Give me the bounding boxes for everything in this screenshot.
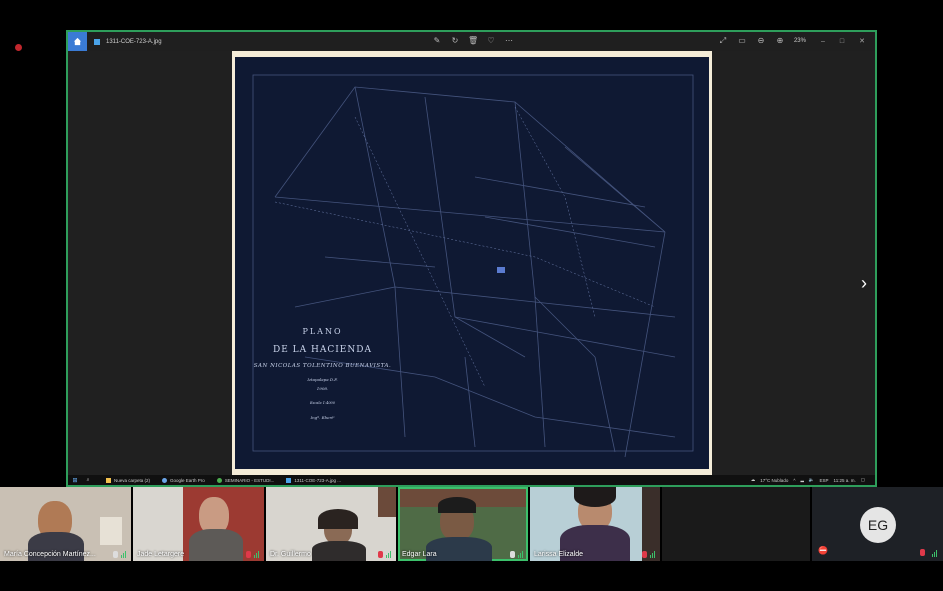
participant-name: Dr. Guillermo — [270, 551, 311, 558]
participant-name: Jade Letargere — [137, 551, 185, 558]
participant-name: Larissa Elizalde — [534, 551, 584, 558]
expand-icon[interactable]: ⤢ — [718, 36, 728, 46]
viewer-toolbar-center: ✎ ↻ 🗑 ♡ ⋯ — [432, 36, 514, 46]
taskbar-app-chrome[interactable]: SEMINARIO - ESTUDI... — [216, 477, 275, 483]
blueprint-author: Ingº. Ebertᵃ — [310, 415, 335, 420]
recording-indicator — [15, 44, 22, 51]
delete-icon[interactable]: 🗑 — [468, 36, 478, 46]
microphone-muted-icon — [642, 551, 647, 558]
zoom-out-icon[interactable]: ⊖ — [756, 36, 766, 46]
favorite-heart-icon[interactable]: ♡ — [486, 36, 496, 46]
taskbar-app-label: Google Earth Pro — [170, 477, 205, 483]
participant-status — [378, 551, 393, 558]
participant-video — [400, 489, 526, 561]
taskbar-app-label: 1311-COE-723-A.jpg ... — [294, 477, 342, 483]
participant-tile[interactable]: Dr. Guillermo — [266, 487, 396, 561]
participant-tile[interactable]: Larissa Elizalde — [530, 487, 660, 561]
blueprint-title-line2: DE LA HACIENDA — [273, 345, 372, 355]
participant-tile[interactable]: María Concepción Martínez... — [0, 487, 131, 561]
clock[interactable]: 11:25 a. m. — [834, 478, 856, 483]
file-name-label: 1311-COE-723-A.jpg — [106, 38, 162, 45]
blueprint-title-line3: SAN NICOLAS TOLENTINO BUENAVISTA. — [253, 363, 392, 369]
weather-icon: ☁ — [750, 477, 756, 482]
maximize-icon[interactable]: □ — [840, 38, 844, 45]
blueprint-map-image: PLANO DE LA HACIENDA SAN NICOLAS TOLENTI… — [232, 51, 712, 475]
folder-icon — [106, 477, 111, 483]
blueprint-title-block: PLANO DE LA HACIENDA SAN NICOLAS TOLENTI… — [235, 327, 410, 420]
system-tray: ☁ 17°C Nublado ^ ▂ 🔈 ESP 11:25 a. m. ▢ — [751, 475, 865, 485]
signal-strength-icon — [386, 551, 393, 558]
participant-tile-active-speaker[interactable]: Edgar Lara — [398, 487, 528, 561]
microphone-muted-icon — [920, 549, 925, 556]
taskbar-app-google-earth[interactable]: Google Earth Pro — [162, 477, 205, 483]
participant-gallery: María Concepción Martínez... Jade Letarg… — [0, 487, 943, 561]
participant-name: María Concepción Martínez... — [4, 551, 96, 558]
microphone-muted-icon — [246, 551, 251, 558]
rotate-icon[interactable]: ↻ — [450, 36, 460, 46]
microphone-muted-icon — [378, 551, 383, 558]
more-options-icon[interactable]: ⋯ — [504, 36, 514, 46]
tray-chevron-icon[interactable]: ^ — [793, 478, 795, 483]
self-view-tile[interactable]: EG ⛔ — [812, 487, 943, 561]
language-indicator[interactable]: ESP — [820, 478, 829, 483]
participant-video — [133, 487, 264, 561]
taskbar-app-label: SEMINARIO - ESTUDI... — [224, 477, 275, 483]
slideshow-icon[interactable]: ▭ — [737, 36, 747, 46]
microphone-icon — [510, 551, 515, 558]
zoom-level: 23% — [793, 38, 806, 44]
microphone-icon — [113, 551, 118, 558]
windows-taskbar: ⊞ ⌕ Nueva carpeta (2) Google Earth Pro S… — [68, 475, 875, 485]
zoom-meeting-window: 1311-COE-723-A.jpg ✎ ↻ 🗑 ♡ ⋯ ⤢ ▭ ⊖ ⊕ 23%… — [0, 0, 943, 591]
participant-status — [510, 551, 525, 558]
participant-status — [642, 551, 657, 558]
photo-viewer-titlebar: 1311-COE-723-A.jpg ✎ ↻ 🗑 ♡ ⋯ ⤢ ▭ ⊖ ⊕ 23%… — [68, 32, 875, 51]
blueprint-year: 1908. — [316, 386, 329, 391]
signal-strength-icon — [518, 551, 525, 558]
participant-name: Edgar Lara — [402, 551, 437, 558]
edit-image-icon[interactable]: ✎ — [432, 36, 442, 46]
participant-tile-empty — [662, 487, 810, 561]
image-file-icon — [94, 38, 100, 45]
signal-strength-icon — [121, 551, 128, 558]
notifications-icon[interactable]: ▢ — [861, 477, 865, 483]
participant-status — [113, 551, 128, 558]
participant-status — [246, 551, 261, 558]
taskbar-app-photos[interactable]: 1311-COE-723-A.jpg ... — [286, 477, 342, 483]
taskbar-app-folder[interactable]: Nueva carpeta (2) — [106, 477, 151, 483]
windows-start-icon[interactable]: ⊞ — [68, 477, 82, 484]
chrome-icon — [216, 477, 222, 483]
signal-strength-icon — [932, 550, 937, 557]
globe-icon — [162, 477, 168, 483]
signal-strength-icon — [254, 551, 261, 558]
network-icon[interactable]: ▂ — [800, 477, 803, 483]
home-button[interactable] — [68, 32, 87, 51]
minimize-icon[interactable]: – — [821, 38, 825, 45]
camera-off-icon: ⛔ — [818, 546, 828, 555]
participant-video — [530, 487, 660, 561]
zoom-in-icon[interactable]: ⊕ — [775, 36, 785, 46]
image-canvas: PLANO DE LA HACIENDA SAN NICOLAS TOLENTI… — [68, 51, 875, 478]
blueprint-scale: Escala 1:4000 — [309, 401, 336, 405]
blueprint-drawing: PLANO DE LA HACIENDA SAN NICOLAS TOLENTI… — [235, 57, 709, 469]
participant-video — [0, 487, 131, 561]
blueprint-location: Iztapalapa D.F. — [307, 377, 338, 382]
participant-video — [266, 487, 396, 561]
next-image-chevron-icon[interactable]: › — [857, 273, 871, 293]
search-icon[interactable]: ⌕ — [82, 477, 94, 483]
signal-strength-icon — [650, 551, 657, 558]
screen-share-frame: 1311-COE-723-A.jpg ✎ ↻ 🗑 ♡ ⋯ ⤢ ▭ ⊖ ⊕ 23%… — [66, 30, 877, 487]
taskbar-app-label: Nueva carpeta (2) — [114, 477, 151, 483]
avatar: EG — [860, 507, 896, 543]
weather-text[interactable]: 17°C Nublado — [760, 478, 788, 483]
viewer-toolbar-right: ⤢ ▭ ⊖ ⊕ 23% – □ ✕ — [718, 36, 865, 46]
home-icon — [73, 37, 82, 46]
close-icon[interactable]: ✕ — [859, 37, 865, 45]
volume-icon[interactable]: 🔈 — [809, 477, 815, 483]
blueprint-title-line1: PLANO — [302, 327, 343, 336]
photos-icon — [286, 477, 292, 483]
participant-tile[interactable]: Jade Letargere — [133, 487, 264, 561]
